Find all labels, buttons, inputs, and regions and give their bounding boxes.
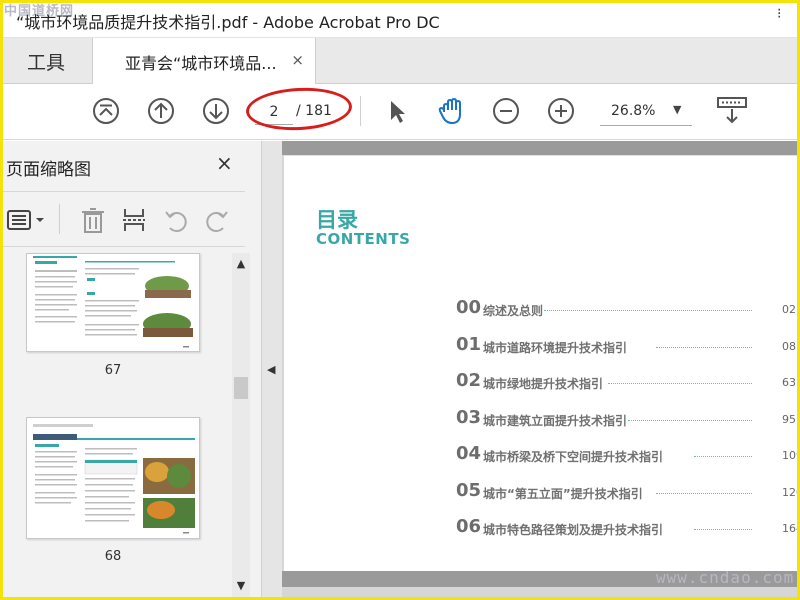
thumbnail-page-68[interactable] <box>26 417 200 539</box>
scroll-mode-icon[interactable] <box>716 96 748 126</box>
toc-entry[interactable]: 01 城市道路环境提升技术指引 08 <box>456 334 800 356</box>
zoom-in-icon[interactable] <box>546 96 576 126</box>
previous-page-icon[interactable] <box>146 96 176 126</box>
toc-leader-line <box>608 383 752 384</box>
thumbnail-page-67[interactable] <box>26 253 200 352</box>
window-more-icon[interactable]: ⁝ <box>777 6 781 22</box>
rotate-right-icon[interactable] <box>203 206 231 234</box>
toc-entry-page: 95 <box>782 412 796 426</box>
thumbnail-label: 67 <box>104 363 122 378</box>
title-bar: 中国道桥网 “城市环境品质提升技术指引.pdf - Adobe Acrobat … <box>0 0 800 38</box>
panel-collapse-strip[interactable]: ◀ <box>262 141 282 600</box>
document-view[interactable]: 目录 CONTENTS 00 综述及总则 02 01 城市道路环境提升技术指引 08 02 城… <box>282 141 800 600</box>
toc-entry-page: 109 <box>782 449 800 462</box>
toc-entry[interactable]: 04 城市桥梁及桥下空间提升技术指引 109 <box>456 443 800 465</box>
first-page-icon[interactable] <box>91 96 121 126</box>
toolbar-divider <box>360 96 361 126</box>
document-page: 目录 CONTENTS 00 综述及总则 02 01 城市道路环境提升技术指引 08 02 城… <box>284 155 800 585</box>
close-icon[interactable]: × <box>216 151 233 175</box>
options-menu-icon[interactable] <box>6 206 48 234</box>
toc-entry[interactable]: 05 城市“第五立面”提升技术指引 120 <box>456 480 800 502</box>
next-page-icon[interactable] <box>201 96 231 126</box>
toc-entry[interactable]: 03 城市建筑立面提升技术指引 95 <box>456 407 800 429</box>
tab-document[interactable]: 亚青会“城市环境品... × <box>92 38 316 85</box>
toc-entry[interactable]: 02 城市绿地提升技术指引 63 <box>456 370 800 392</box>
thumbnail-label: 68 <box>104 549 122 564</box>
toc-entry-title: 综述及总则 <box>483 304 544 318</box>
toc-subheading: CONTENTS <box>316 230 411 248</box>
toc-entry-number: 01 <box>456 333 482 355</box>
toc-leader-line <box>656 492 752 494</box>
toc-entry[interactable]: 06 城市特色路径策划及提升技术指引 164 <box>456 516 800 538</box>
toc-entry-number: 03 <box>456 406 482 428</box>
scrollbar-thumb[interactable] <box>234 377 248 399</box>
toc-entry-page: 02 <box>782 303 796 316</box>
window-title: “城市环境品质提升技术指引.pdf - Adobe Acrobat Pro DC <box>16 13 440 32</box>
toc-entry-number: 04 <box>456 443 482 464</box>
toc-entry-number: 05 <box>456 479 482 501</box>
toc-leader-line <box>694 456 752 457</box>
thumbnail-scrollbar[interactable]: ▲ ▼ <box>232 253 250 599</box>
insert-page-icon[interactable] <box>120 206 148 234</box>
toc-leader-line <box>628 419 752 421</box>
thumbnail-content <box>33 256 193 348</box>
collapse-left-icon[interactable]: ◀ <box>267 363 275 376</box>
toc-entry-title: 城市特色路径策划及提升技术指引 <box>483 523 664 537</box>
toc-entry-page: 08 <box>782 339 796 353</box>
toc-entry-title: 城市绿地提升技术指引 <box>483 377 604 391</box>
toc-entry-page: 120 <box>782 485 800 499</box>
trash-icon[interactable] <box>79 206 107 234</box>
select-arrow-icon[interactable] <box>382 96 412 126</box>
zoom-value: 26.8% <box>611 103 656 119</box>
toc-entry-number: 00 <box>456 297 482 318</box>
toc-entry-title: 城市“第五立面”提升技术指引 <box>483 486 643 501</box>
watermark-bottom: www.cndao.com <box>656 568 795 587</box>
rotate-left-icon[interactable] <box>162 206 190 234</box>
toc-entry-title: 城市建筑立面提升技术指引 <box>483 413 628 428</box>
toc-leader-line <box>694 529 752 530</box>
toc-entry[interactable]: 00 综述及总则 02 <box>456 297 800 319</box>
tab-tools[interactable]: 工具 <box>0 38 92 84</box>
chevron-up-icon[interactable]: ▲ <box>232 257 250 270</box>
toc-entry-page: 63 <box>782 376 796 389</box>
toc-leader-line <box>544 310 752 311</box>
panel-title: 页面缩略图 <box>6 160 91 180</box>
tab-bar: 工具 亚青会“城市环境品... × <box>0 38 800 85</box>
panel-divider <box>59 204 60 234</box>
zoom-out-icon[interactable] <box>491 96 521 126</box>
toc-leader-line <box>656 346 752 348</box>
hand-tool-icon[interactable] <box>436 96 466 126</box>
toc-entry-number: 02 <box>456 370 482 391</box>
page-number-input[interactable] <box>255 99 293 125</box>
page-edge-top <box>282 141 798 155</box>
toc-entry-title: 城市道路环境提升技术指引 <box>483 340 628 355</box>
tab-close-icon[interactable]: × <box>291 51 304 69</box>
chevron-down-icon[interactable]: ▼ <box>232 579 250 592</box>
panel-toolbar <box>0 191 245 247</box>
tab-document-label: 亚青会“城市环境品... <box>125 53 277 73</box>
toc-entry-page: 164 <box>782 522 800 535</box>
thumbnail-content <box>33 424 195 534</box>
toc-entry-title: 城市桥梁及桥下空间提升技术指引 <box>483 450 664 464</box>
page-total: / 181 <box>296 103 332 119</box>
thumbnail-panel: 页面缩略图 × 67 68 ▲ ▼ <box>0 141 262 600</box>
toc-entry-number: 06 <box>456 516 482 537</box>
chevron-down-icon[interactable]: ▼ <box>673 103 681 116</box>
